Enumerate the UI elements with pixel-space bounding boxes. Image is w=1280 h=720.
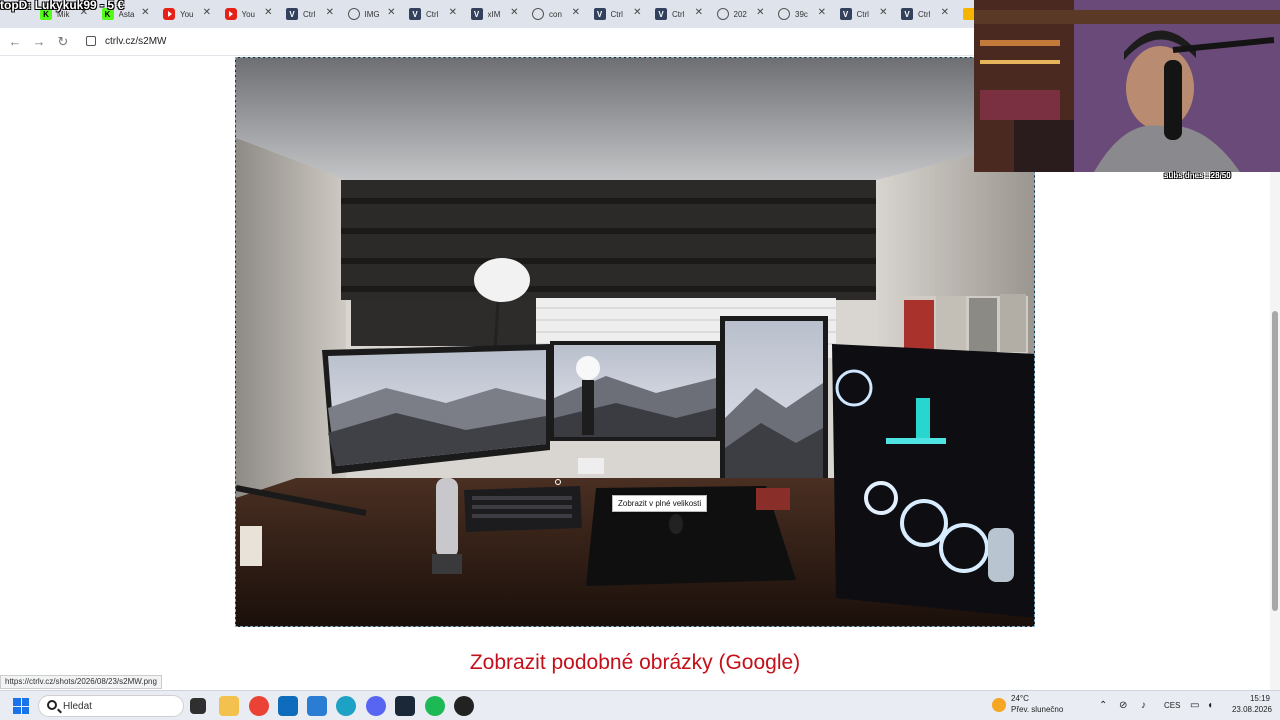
desk-setup-photo[interactable]: [235, 57, 1035, 627]
outlook-icon[interactable]: [307, 696, 327, 716]
browser-tab[interactable]: 202 ✕: [709, 4, 767, 24]
chevron-up-icon[interactable]: ⌃: [1099, 700, 1107, 711]
youtube-icon: [224, 8, 237, 20]
ctrl-icon: V: [593, 8, 606, 20]
tab-label: You: [241, 9, 256, 19]
browser-tab[interactable]: You ✕: [155, 4, 213, 24]
search-icon: [47, 700, 57, 710]
close-tab-icon[interactable]: ✕: [449, 7, 457, 18]
scroll-thumb[interactable]: [1272, 311, 1278, 611]
close-tab-icon[interactable]: ✕: [264, 7, 272, 18]
ctrl-icon: V: [901, 8, 913, 20]
globe-icon: [778, 8, 790, 20]
similar-images-link[interactable]: Zobrazit podobné obrázky (Google): [0, 651, 1270, 675]
close-tab-icon[interactable]: ✕: [141, 7, 149, 18]
taskbar-search[interactable]: Hledat: [38, 695, 184, 717]
close-tab-icon[interactable]: ✕: [572, 7, 580, 18]
browser-tab[interactable]: V Ctrl ✕: [401, 4, 459, 24]
browser-tab[interactable]: VxIM ✕: [463, 4, 521, 24]
steam-icon[interactable]: [395, 696, 415, 716]
tab-label: Ctrl: [610, 9, 623, 19]
desk-setup-illustration: [236, 58, 1034, 626]
ctrl-icon: V: [655, 8, 667, 20]
close-tab-icon[interactable]: ✕: [387, 7, 395, 18]
browser-tab[interactable]: V Ctrl ✕: [586, 4, 644, 24]
clock-date[interactable]: 23.08.2026: [1222, 705, 1272, 714]
volume-icon[interactable]: ◖: [1207, 700, 1213, 711]
chrome-icon[interactable]: [249, 696, 269, 716]
obs-icon[interactable]: [454, 696, 474, 716]
start-menu-icon[interactable]: [13, 698, 29, 714]
ctrl-icon: V: [286, 8, 298, 20]
tab-label: IMG: [364, 9, 380, 19]
back-arrow-icon[interactable]: ←: [7, 34, 23, 50]
close-tab-icon[interactable]: ✕: [879, 7, 887, 18]
site-info-icon[interactable]: [86, 36, 96, 46]
network-icon[interactable]: ⊘: [1119, 700, 1127, 711]
reload-icon[interactable]: ↻: [55, 34, 71, 50]
ctrl-icon: V: [409, 8, 421, 20]
generic-icon: [962, 8, 975, 20]
status-bar-url: https://ctrlv.cz/shots/2026/08/23/s2MW.p…: [0, 675, 162, 689]
browser-tab[interactable]: V Ctrl ✕: [278, 4, 336, 24]
close-tab-icon[interactable]: ✕: [326, 7, 334, 18]
file-explorer-icon[interactable]: [219, 696, 239, 716]
tab-label: You: [180, 9, 194, 19]
webcam-feed-illustration: [974, 0, 1280, 172]
close-tab-icon[interactable]: ✕: [941, 7, 949, 18]
close-tab-icon[interactable]: ✕: [756, 7, 764, 18]
weather-description[interactable]: Přev. slunečno: [1011, 705, 1063, 714]
browser-tab[interactable]: You ✕: [217, 4, 275, 24]
tab-label: xIM: [487, 9, 501, 19]
close-tab-icon[interactable]: ✕: [818, 7, 826, 18]
microphone-icon[interactable]: ♪: [1141, 700, 1146, 711]
tab-label: Ctrl: [426, 9, 439, 19]
edge-icon[interactable]: [336, 696, 356, 716]
globe-icon: [532, 8, 544, 20]
windows-taskbar: Hledat 24°C Přev. slunečno ⌃ ⊘ ♪ CES ▭ ◖…: [0, 690, 1280, 720]
stream-top-donor: topD: Lukykuk99 - 5 €: [0, 0, 125, 12]
ctrl-icon: V: [839, 8, 852, 20]
webcam-overlay: [974, 0, 1280, 172]
stream-subs-counter: subs dnes : 28/50: [1164, 171, 1231, 180]
tab-label: Ctrl: [672, 9, 685, 19]
tab-label: con: [549, 9, 562, 19]
close-tab-icon[interactable]: ✕: [633, 7, 641, 18]
image-tooltip: Zobrazit v plné velikosti: [612, 495, 708, 512]
close-tab-icon[interactable]: ✕: [203, 7, 211, 18]
tab-label: 39c: [795, 9, 808, 19]
close-tab-icon[interactable]: ✕: [510, 7, 518, 18]
taskbar-search-placeholder: Hledat: [63, 701, 92, 712]
store-icon[interactable]: [278, 696, 298, 716]
browser-tab[interactable]: IMG ✕: [340, 4, 398, 24]
browser-tab[interactable]: V Ctrl ✕: [893, 4, 951, 24]
ctrl-icon: V: [470, 8, 483, 20]
weather-icon[interactable]: [992, 698, 1006, 712]
forward-arrow-icon[interactable]: →: [31, 34, 47, 50]
youtube-icon: [163, 8, 175, 20]
globe-icon: [716, 8, 729, 20]
browser-tab[interactable]: V Ctrl ✕: [832, 4, 890, 24]
discord-icon[interactable]: [366, 696, 386, 716]
task-view-icon[interactable]: [190, 698, 206, 714]
weather-temperature[interactable]: 24°C: [1011, 694, 1029, 703]
tab-label: 202: [733, 9, 747, 19]
tab-label: Ctrl: [918, 9, 931, 19]
language-indicator[interactable]: CES: [1164, 701, 1180, 710]
address-bar-url[interactable]: ctrlv.cz/s2MW: [105, 36, 166, 47]
browser-tab[interactable]: con ✕: [524, 4, 582, 24]
clock-time[interactable]: 15:19: [1230, 694, 1270, 703]
browser-tab[interactable]: V Ctrl ✕: [647, 4, 705, 24]
display-icon[interactable]: ▭: [1190, 700, 1199, 711]
tab-label: Ctrl: [856, 9, 869, 19]
close-tab-icon[interactable]: ✕: [695, 7, 703, 18]
mouse-cursor: [555, 479, 561, 485]
spotify-icon[interactable]: [425, 696, 445, 716]
tab-label: Ctrl: [303, 9, 316, 19]
browser-tab[interactable]: 39c ✕: [770, 4, 828, 24]
globe-icon: [347, 8, 360, 20]
